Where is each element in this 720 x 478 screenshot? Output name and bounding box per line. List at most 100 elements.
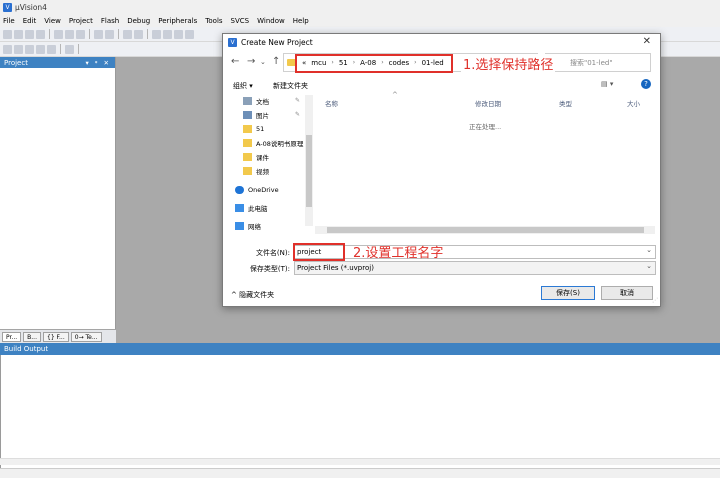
back-arrow-icon[interactable]: ← [231,56,239,67]
tab-functions[interactable]: {} F... [43,331,69,342]
panel-window-controls[interactable]: ▾ ᵠ ✕ [85,59,111,67]
menu-window[interactable]: Window [257,17,285,25]
chevron-down-icon[interactable]: ⌄ [260,58,266,66]
dialog-footer: ^ 隐藏文件夹 保存(S) 取消 [223,286,660,302]
file-list[interactable]: ^ 名称 修改日期 类型 大小 正在处理... [315,91,653,226]
rebuild-icon[interactable] [25,44,34,54]
nav-item-videos[interactable]: 视频 [243,165,269,177]
batch-build-icon[interactable] [36,44,45,54]
project-panel-header: Project ▾ ᵠ ✕ [0,57,115,68]
dialog-title-bar: V Create New Project ✕ [223,34,660,50]
bookmark-next-icon[interactable] [174,29,183,39]
close-icon[interactable]: ✕ [643,36,651,47]
build-icon[interactable] [14,44,23,54]
column-size[interactable]: 大小 [627,98,640,108]
forward-arrow-icon[interactable]: → [247,56,255,67]
save-all-icon[interactable] [36,29,45,39]
project-tree[interactable] [0,68,115,329]
nav-item-network[interactable]: 网络 [235,220,261,232]
bookmark-clear-icon[interactable] [185,29,194,39]
resize-grip-icon[interactable]: ⋰ [652,297,658,304]
redo-icon[interactable] [105,29,114,39]
filetype-select[interactable]: Project Files (*.uvproj) [294,261,656,275]
nav-item-pictures[interactable]: 图片 [243,109,269,121]
build-output-title: Build Output [0,343,720,355]
undo-icon[interactable] [94,29,103,39]
menu-view[interactable]: View [44,17,61,25]
toolbar-separator [78,44,79,54]
chevron-down-icon[interactable]: ⌄ [646,246,652,254]
filetype-row: 保存类型(T): Project Files (*.uvproj) ⌄ [223,261,660,275]
help-icon[interactable]: ? [641,79,651,89]
nav-item-onedrive[interactable]: OneDrive [235,184,279,196]
toolbar-separator [89,29,90,39]
project-panel-tabs: Pr... B... {} F... 0→ Te... [0,329,116,343]
nav-back-icon[interactable] [123,29,132,39]
column-type[interactable]: 类型 [559,98,572,108]
dialog-title: Create New Project [241,37,313,47]
tab-templates[interactable]: 0→ Te... [70,331,102,342]
cancel-button[interactable]: 取消 [601,286,653,300]
nav-item-this-pc[interactable]: 此电脑 [235,202,268,214]
translate-icon[interactable] [3,44,12,54]
chevron-down-icon[interactable]: ⌄ [646,262,652,270]
app-title-bar: V µVision4 [0,0,720,14]
nav-pane-scrollbar[interactable] [305,95,313,226]
scrollbar-thumb[interactable] [306,135,312,207]
uvision-app-icon: V [3,2,12,12]
toolbar-separator [118,29,119,39]
download-icon[interactable] [65,44,74,54]
nav-item-courseware[interactable]: 课件 [243,151,269,163]
menu-help[interactable]: Help [293,17,309,25]
save-button[interactable]: 保存(S) [541,286,595,300]
build-output-scrollbar[interactable] [0,458,720,465]
menu-bar: File Edit View Project Flash Debug Perip… [0,14,720,27]
view-options-icon[interactable]: ▤ ▾ [601,80,613,88]
organize-button[interactable]: 组织 ▾ [233,81,253,91]
bookmark-prev-icon[interactable] [163,29,172,39]
build-output-panel: Build Output [0,343,720,478]
computer-icon [235,204,244,212]
menu-file[interactable]: File [3,17,15,25]
documents-icon [243,97,252,105]
cut-icon[interactable] [54,29,63,39]
menu-tools[interactable]: Tools [205,17,222,25]
folder-icon [243,139,252,147]
menu-project[interactable]: Project [69,17,93,25]
file-list-scrollbar[interactable] [315,226,655,234]
create-project-dialog: V Create New Project ✕ ← → ⌄ ↑ « mcu › 5… [222,33,661,307]
up-arrow-icon[interactable]: ↑ [272,56,280,67]
copy-icon[interactable] [65,29,74,39]
menu-peripherals[interactable]: Peripherals [158,17,197,25]
menu-debug[interactable]: Debug [127,17,150,25]
column-modified[interactable]: 修改日期 [475,98,501,108]
tab-books[interactable]: B... [23,331,41,342]
pin-icon[interactable]: ✎ [295,97,300,104]
menu-flash[interactable]: Flash [101,17,119,25]
stop-build-icon[interactable] [47,44,56,54]
menu-svcs[interactable]: SVCS [231,17,250,25]
tab-project[interactable]: Pr... [2,331,22,342]
scrollbar-thumb[interactable] [327,227,644,233]
annotation-filename-highlight [293,243,345,261]
nav-forward-icon[interactable] [134,29,143,39]
pin-icon[interactable]: ✎ [295,111,300,118]
nav-item-a08-manual[interactable]: A-08说明书原理 [243,137,303,149]
nav-item-51[interactable]: 51 [243,123,264,135]
new-file-icon[interactable] [3,29,12,39]
cloud-icon [235,186,244,194]
processing-text: 正在处理... [469,123,502,131]
column-name[interactable]: 名称 [325,98,338,108]
save-icon[interactable] [25,29,34,39]
search-input[interactable]: 搜索"01-led" [545,53,651,72]
paste-icon[interactable] [76,29,85,39]
new-folder-button[interactable]: 新建文件夹 [273,81,308,91]
pictures-icon [243,111,252,119]
open-file-icon[interactable] [14,29,23,39]
hide-folders-toggle[interactable]: ^ 隐藏文件夹 [231,290,274,300]
menu-edit[interactable]: Edit [23,17,37,25]
build-output-text[interactable] [0,355,720,468]
filename-input[interactable]: project [294,245,656,259]
bookmark-icon[interactable] [152,29,161,39]
nav-item-documents[interactable]: 文档 [243,95,269,107]
